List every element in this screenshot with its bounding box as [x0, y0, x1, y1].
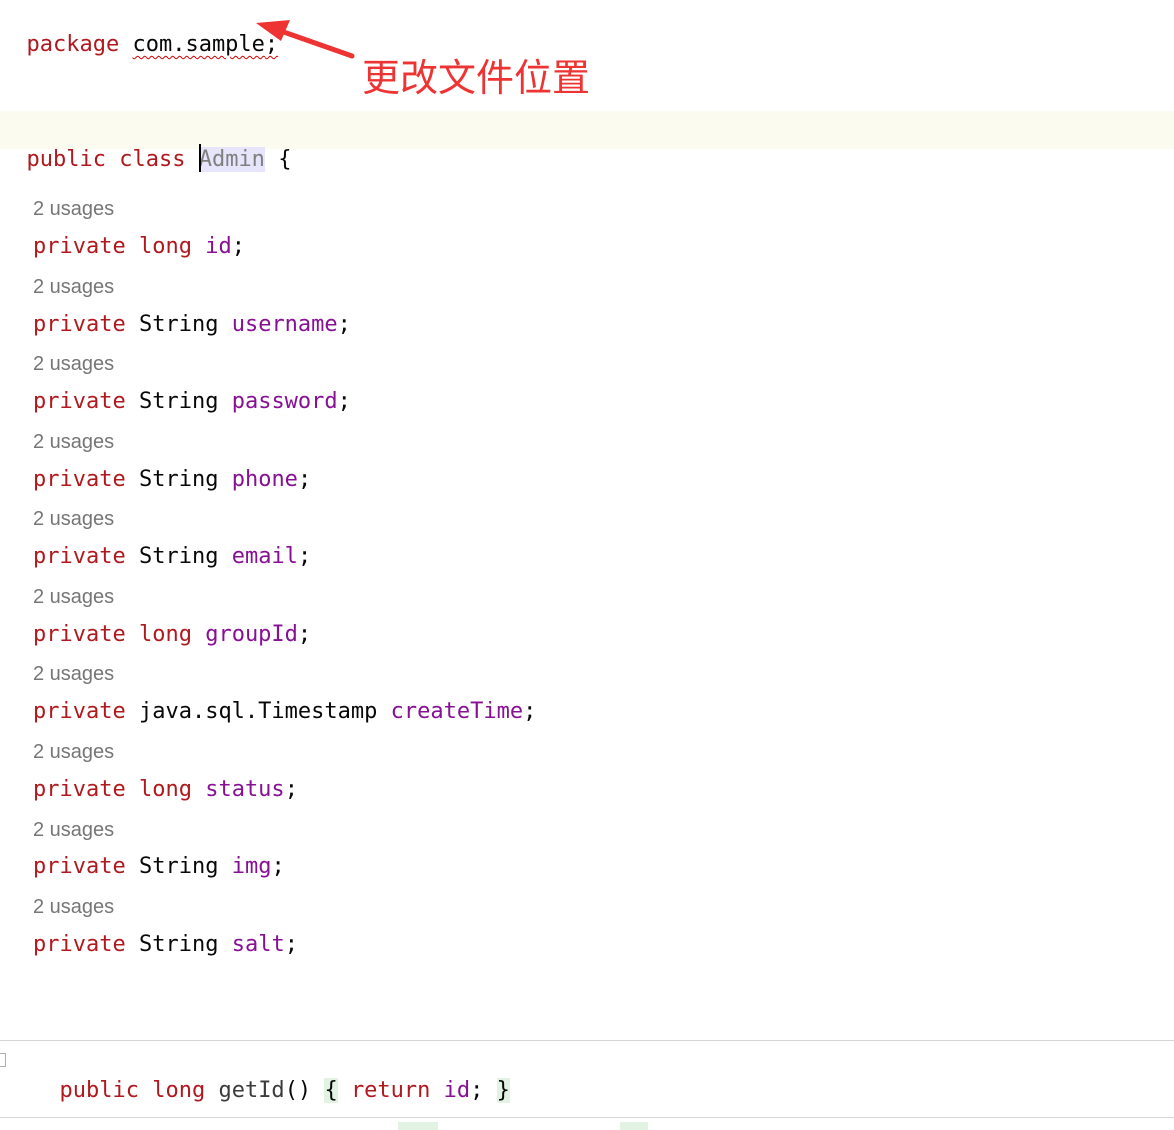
field-semicolon: ;: [284, 777, 298, 802]
field-semicolon: ;: [284, 932, 298, 957]
field-declaration[interactable]: private String salt;: [33, 930, 298, 960]
class-name[interactable]: Admin: [198, 147, 265, 172]
field-type: long: [138, 234, 192, 259]
return-keyword: return: [350, 1078, 431, 1103]
field-modifier: private: [33, 467, 126, 492]
field-type: long: [138, 777, 192, 802]
field-name: password: [231, 389, 338, 414]
usages-hint[interactable]: 2 usages: [33, 507, 114, 531]
method-separator: [0, 1040, 1174, 1041]
field-name: status: [205, 777, 285, 802]
class-modifiers: public class: [26, 147, 186, 172]
field-semicolon: ;: [231, 234, 245, 259]
field-declaration[interactable]: private long id;: [33, 232, 245, 262]
method-parens: (): [284, 1078, 312, 1103]
field-modifier: private: [33, 777, 126, 802]
fold-marker-icon[interactable]: [0, 1053, 6, 1067]
field-modifier: private: [33, 234, 126, 259]
folded-brace-fragment: [398, 1122, 438, 1130]
folded-open-brace[interactable]: {: [324, 1078, 338, 1103]
field-semicolon: ;: [523, 699, 537, 724]
field-modifier: private: [33, 622, 126, 647]
usages-hint[interactable]: 2 usages: [33, 352, 114, 376]
field-name: groupId: [205, 622, 298, 647]
method-modifiers: public long: [59, 1078, 206, 1103]
field-modifier: private: [33, 854, 126, 879]
field-type: String: [138, 544, 219, 569]
field-semicolon: ;: [271, 854, 285, 879]
field-semicolon: ;: [337, 389, 351, 414]
usages-hint[interactable]: 2 usages: [33, 895, 114, 919]
field-semicolon: ;: [297, 622, 312, 647]
field-declaration[interactable]: private long groupId;: [33, 620, 311, 650]
field-type: long: [138, 622, 192, 647]
field-declaration[interactable]: private String phone;: [33, 465, 311, 495]
usages-hint[interactable]: 2 usages: [33, 197, 114, 221]
field-name: id: [205, 234, 232, 259]
annotation-text: 更改文件位置: [362, 56, 591, 100]
field-name: username: [231, 312, 338, 337]
field-declaration[interactable]: private String img;: [33, 852, 285, 882]
field-type: String: [138, 389, 219, 414]
field-name: img: [231, 854, 272, 879]
field-declaration[interactable]: private String email;: [33, 542, 311, 572]
class-open-brace: {: [278, 147, 292, 172]
annotation-arrow-icon: [256, 20, 355, 59]
usages-hint[interactable]: 2 usages: [33, 585, 114, 609]
usages-hint[interactable]: 2 usages: [33, 275, 114, 299]
usages-hint[interactable]: 2 usages: [33, 818, 114, 842]
field-declaration[interactable]: private long status;: [33, 775, 298, 805]
method-name: getId: [218, 1078, 285, 1103]
field-name: phone: [231, 467, 298, 492]
method-getid-line[interactable]: public long getId() { return id; }: [33, 1046, 510, 1106]
field-type: String: [138, 467, 219, 492]
field-semicolon: ;: [297, 544, 312, 569]
field-modifier: private: [33, 544, 126, 569]
field-declaration[interactable]: private java.sql.Timestamp createTime;: [33, 697, 536, 727]
field-name: email: [231, 544, 298, 569]
folded-brace-fragment: [620, 1122, 648, 1130]
field-type: String: [138, 854, 219, 879]
usages-hint[interactable]: 2 usages: [33, 430, 114, 454]
field-semicolon: ;: [337, 312, 351, 337]
field-semicolon: ;: [297, 467, 312, 492]
field-modifier: private: [33, 312, 126, 337]
field-modifier: private: [33, 699, 126, 724]
return-semicolon: ;: [470, 1078, 484, 1103]
usages-hint[interactable]: 2 usages: [33, 662, 114, 686]
field-modifier: private: [33, 389, 126, 414]
field-name: createTime: [390, 699, 524, 724]
method-separator: [0, 1117, 1174, 1118]
usages-hint[interactable]: 2 usages: [33, 740, 114, 764]
field-type: String: [138, 312, 219, 337]
field-declaration[interactable]: private String password;: [33, 387, 351, 417]
return-value: id: [443, 1078, 471, 1103]
field-name: salt: [231, 932, 285, 957]
folded-close-brace[interactable]: }: [496, 1078, 510, 1103]
field-type: java.sql.Timestamp: [138, 699, 378, 724]
field-type: String: [138, 932, 219, 957]
field-modifier: private: [33, 932, 126, 957]
next-line-fragment: [0, 1122, 1174, 1130]
field-declaration[interactable]: private String username;: [33, 310, 351, 340]
text-caret: [198, 144, 201, 172]
class-declaration-line[interactable]: public class Admin {: [0, 115, 291, 175]
